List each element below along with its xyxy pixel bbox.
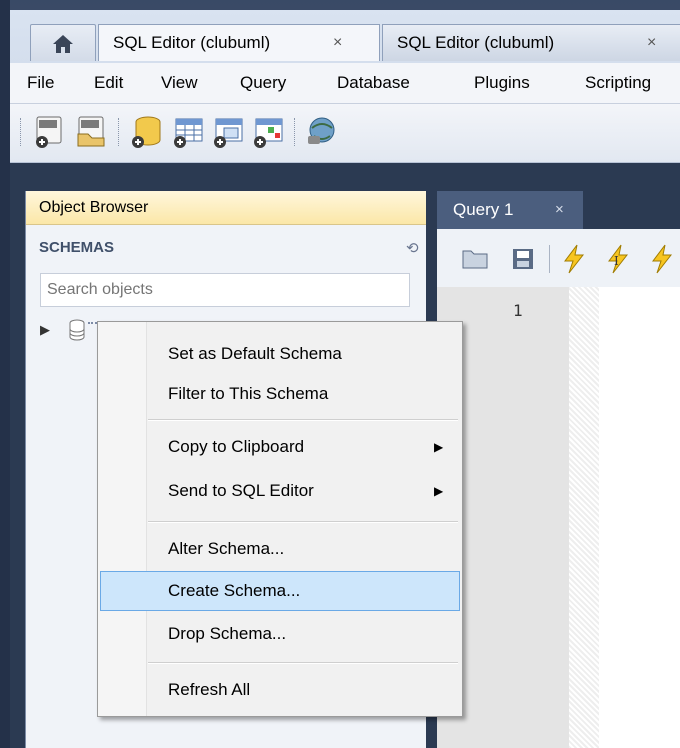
menu-item-label: Set as Default Schema	[168, 344, 342, 363]
close-icon[interactable]: ×	[647, 25, 656, 61]
menu-file[interactable]: File	[27, 63, 54, 103]
create-routine-icon[interactable]	[250, 114, 286, 150]
refresh-icon[interactable]: ⟲	[406, 239, 419, 257]
menu-item-copy-to-clipboard[interactable]: Copy to Clipboard ▶	[100, 427, 460, 467]
save-icon[interactable]	[511, 247, 535, 271]
tab-label: SQL Editor (clubuml)	[113, 33, 271, 52]
toolbar-separator	[294, 118, 297, 146]
object-browser-header[interactable]: Object Browser	[26, 191, 426, 225]
execute-current-icon[interactable]: I	[605, 243, 631, 275]
tab-label: SQL Editor (clubuml)	[397, 33, 555, 52]
folder-icon[interactable]	[461, 247, 489, 271]
tab-sql-editor-active[interactable]: SQL Editor (clubuml) ×	[98, 24, 380, 61]
schemas-label: SCHEMAS	[39, 239, 115, 256]
menu-separator	[148, 662, 458, 664]
menu-bar: File Edit View Query Database Plugins Sc…	[10, 63, 680, 104]
execute-icon[interactable]	[561, 243, 587, 275]
close-icon[interactable]: ×	[555, 191, 564, 229]
create-schema-icon[interactable]	[128, 114, 164, 150]
fold-margin	[569, 287, 599, 748]
submenu-arrow-icon: ▶	[434, 440, 444, 454]
submenu-arrow-icon: ▶	[434, 484, 444, 498]
new-sql-tab-icon[interactable]	[32, 114, 68, 150]
menu-database[interactable]: Database	[337, 63, 410, 103]
window-border	[0, 0, 10, 748]
toolbar-separator	[118, 118, 121, 146]
menu-item-send-to-sql-editor[interactable]: Send to SQL Editor ▶	[100, 471, 460, 511]
menu-item-label: Refresh All	[168, 680, 251, 699]
menu-item-refresh-all[interactable]: Refresh All	[100, 670, 460, 710]
menu-item-label: Create Schema...	[168, 581, 301, 600]
expand-arrow-icon[interactable]: ▶	[40, 322, 50, 338]
home-tab[interactable]	[30, 24, 96, 61]
sql-editor[interactable]: 1	[437, 287, 680, 748]
reconnect-icon[interactable]	[302, 114, 338, 150]
menu-item-label: Alter Schema...	[168, 539, 285, 558]
menu-item-label: Drop Schema...	[168, 624, 287, 643]
menu-view[interactable]: View	[161, 63, 198, 103]
home-icon	[53, 35, 73, 53]
menu-plugins[interactable]: Plugins	[474, 63, 530, 103]
menu-item-create-schema[interactable]: Create Schema...	[100, 571, 460, 611]
search-objects-input[interactable]	[40, 273, 410, 307]
menu-item-label: Copy to Clipboard	[168, 437, 305, 456]
close-icon[interactable]: ×	[333, 25, 342, 61]
query-tab[interactable]: Query 1 ×	[437, 191, 583, 229]
menu-query[interactable]: Query	[240, 63, 286, 103]
menu-separator	[148, 419, 458, 421]
explain-icon[interactable]	[649, 243, 675, 275]
menu-item-set-default-schema[interactable]: Set as Default Schema	[100, 334, 460, 374]
menu-item-alter-schema[interactable]: Alter Schema...	[100, 529, 460, 569]
menu-item-label: Send to SQL Editor	[168, 481, 314, 500]
line-number: 1	[513, 301, 523, 320]
query-tab-label: Query 1	[453, 200, 514, 219]
workbench-window: SQL Editor (clubuml) × SQL Editor (clubu…	[0, 0, 680, 748]
tab-row: SQL Editor (clubuml) × SQL Editor (clubu…	[10, 17, 680, 61]
create-view-icon[interactable]	[210, 114, 246, 150]
database-icon	[69, 319, 85, 341]
menu-edit[interactable]: Edit	[94, 63, 123, 103]
menu-item-filter-to-schema[interactable]: Filter to This Schema	[100, 374, 460, 414]
editor-toolbar: I	[437, 229, 680, 287]
menu-scripting[interactable]: Scripting	[585, 63, 651, 103]
menu-item-label: Filter to This Schema	[168, 384, 329, 403]
toolbar-separator	[20, 118, 23, 146]
create-table-icon[interactable]	[170, 114, 206, 150]
menu-item-drop-schema[interactable]: Drop Schema...	[100, 614, 460, 654]
main-toolbar	[10, 104, 680, 163]
tab-sql-editor-inactive[interactable]: SQL Editor (clubuml) ×	[382, 24, 680, 61]
open-sql-script-icon[interactable]	[74, 114, 110, 150]
menu-separator	[148, 521, 458, 523]
panel-gap	[10, 163, 680, 191]
svg-text:I: I	[614, 254, 619, 268]
schema-context-menu: Set as Default Schema Filter to This Sch…	[97, 321, 463, 717]
toolbar-separator	[549, 245, 550, 273]
